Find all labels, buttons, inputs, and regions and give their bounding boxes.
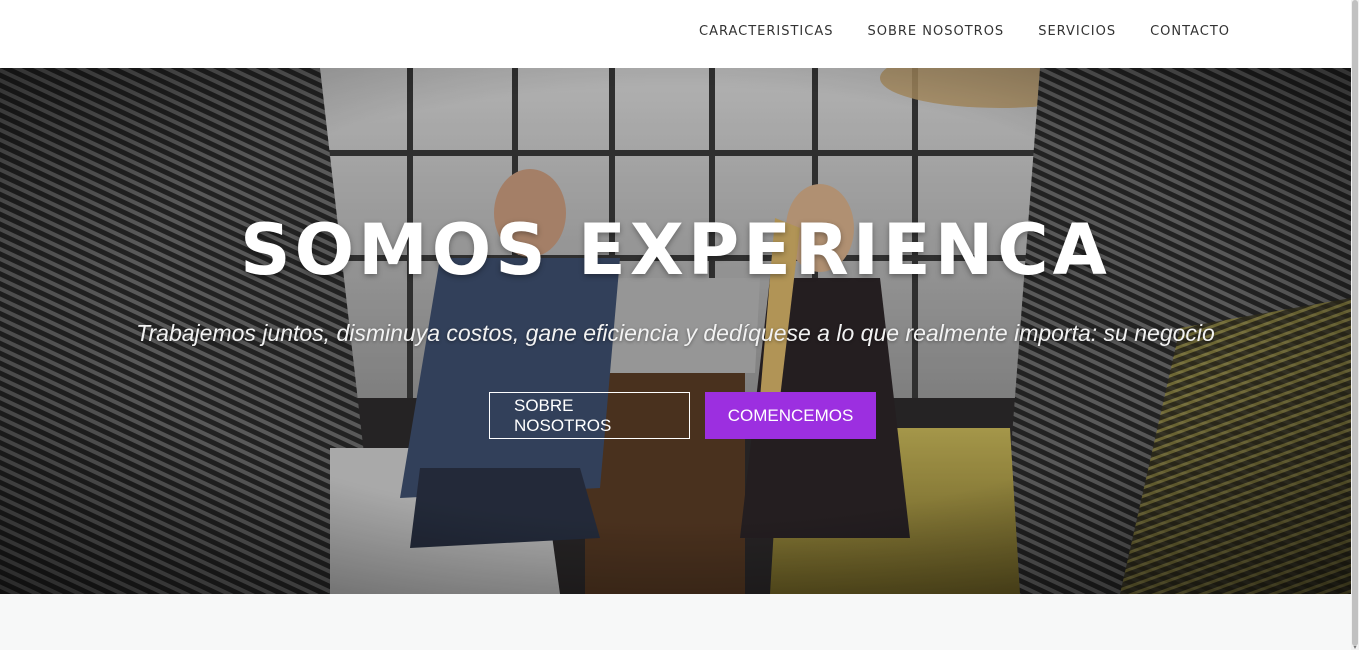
sobre-nosotros-button[interactable]: SOBRE NOSOTROS <box>489 392 690 439</box>
nav-link-servicios[interactable]: SERVICIOS <box>1038 24 1116 39</box>
hero-title: SOMOS EXPERIENCA <box>240 209 1111 291</box>
hero-button-group: SOBRE NOSOTROS COMENCEMOS <box>0 392 1351 439</box>
main-nav: CARACTERISTICAS SOBRE NOSOTROS SERVICIOS… <box>699 0 1230 62</box>
top-navigation-bar: CARACTERISTICAS SOBRE NOSOTROS SERVICIOS… <box>0 0 1351 68</box>
hero-section: SOMOS EXPERIENCA Trabajemos juntos, dism… <box>0 68 1351 594</box>
vertical-scrollbar[interactable]: ▾ <box>1351 0 1359 650</box>
next-section <box>0 594 1351 650</box>
scroll-down-arrow-icon[interactable]: ▾ <box>1352 645 1358 650</box>
nav-link-contacto[interactable]: CONTACTO <box>1150 24 1230 39</box>
nav-link-caracteristicas[interactable]: CARACTERISTICAS <box>699 24 834 39</box>
hero-subtitle: Trabajemos juntos, disminuya costos, gan… <box>136 320 1215 346</box>
page: CARACTERISTICAS SOBRE NOSOTROS SERVICIOS… <box>0 0 1359 650</box>
comencemos-button[interactable]: COMENCEMOS <box>705 392 876 439</box>
scrollbar-thumb[interactable] <box>1352 0 1358 646</box>
nav-link-sobre-nosotros[interactable]: SOBRE NOSOTROS <box>868 24 1005 39</box>
